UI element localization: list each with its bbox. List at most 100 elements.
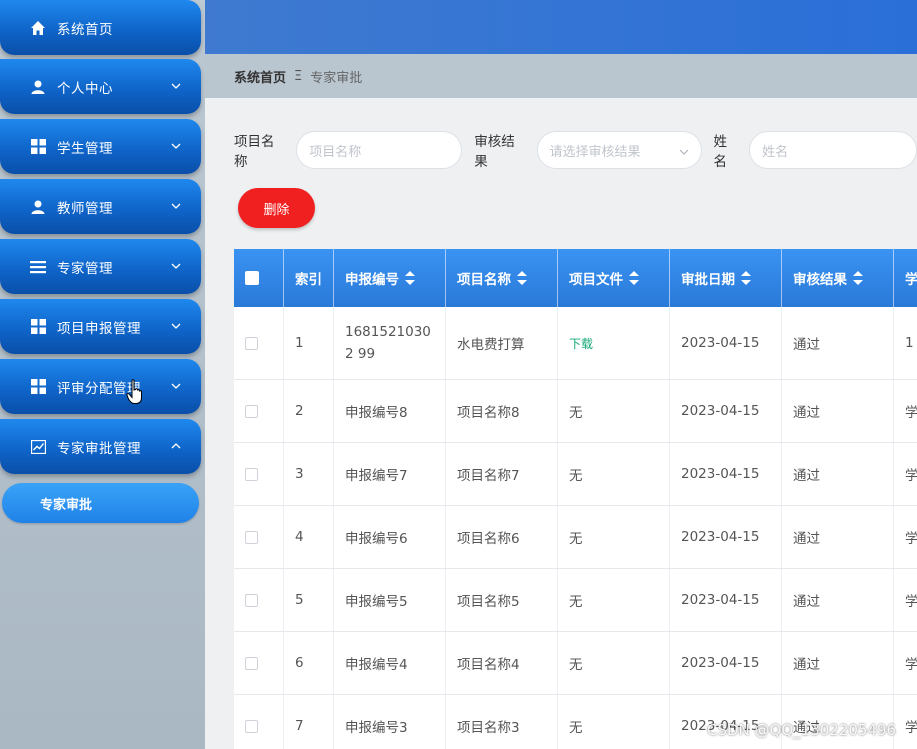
- th-project-file[interactable]: 项目文件: [558, 249, 670, 307]
- review-result-label: 审核结果: [474, 134, 515, 170]
- cell-extra: 1: [905, 335, 914, 351]
- sidebar-item-teachers[interactable]: 教师管理: [0, 179, 201, 234]
- th-code[interactable]: 申报编号: [334, 249, 446, 307]
- home-icon: [29, 19, 47, 37]
- sidebar-item-review-assignment[interactable]: 评审分配管理: [0, 359, 201, 414]
- cell-date: 2023-04-15: [670, 632, 782, 694]
- cell-project-name: 项目名称5: [446, 569, 558, 631]
- table-row[interactable]: 4 申报编号6 项目名称6 无 2023-04-15 通过 学: [234, 506, 917, 569]
- table-row[interactable]: 1 16815210302 99 水电费打算 下载 2023-04-15 通过 …: [234, 307, 917, 380]
- main-content: 项目名称 项目名称 审核结果 请选择审核结果 姓名 姓名 删除 索引 申报编号 …: [205, 98, 917, 749]
- top-header-bar: [205, 0, 917, 54]
- cell-extra: 学: [905, 720, 917, 736]
- cell-code: 申报编号4: [334, 632, 446, 694]
- sort-icon[interactable]: [405, 271, 415, 285]
- cell-file: 无: [558, 632, 670, 694]
- hand-cursor-icon: [126, 379, 144, 405]
- cell-file: 无: [558, 443, 670, 505]
- project-name-input[interactable]: 项目名称: [296, 131, 463, 169]
- review-result-select[interactable]: 请选择审核结果: [536, 131, 703, 169]
- chevron-down-icon: [679, 146, 689, 156]
- th-project-name[interactable]: 项目名称: [446, 249, 558, 307]
- row-checkbox[interactable]: [245, 656, 258, 670]
- sidebar-item-home[interactable]: 系统首页: [0, 0, 201, 55]
- sidebar-item-expert-approval[interactable]: 专家审批管理: [0, 419, 201, 474]
- sidebar: 系统首页 个人中心 学生管理 教师管理 专家管理 项目申报管理 评审分配管理 专…: [0, 0, 205, 749]
- th-extra: 学: [905, 272, 917, 288]
- cell-project-name: 项目名称7: [446, 443, 558, 505]
- chevron-down-icon: [171, 260, 181, 270]
- grid-icon: [29, 318, 47, 336]
- cell-result: 通过: [782, 632, 894, 694]
- chevron-down-icon: [171, 140, 181, 150]
- cell-file: 无: [558, 380, 670, 442]
- cell-result: 通过: [782, 307, 894, 379]
- cell-date: 2023-04-15: [670, 380, 782, 442]
- list-icon: [29, 258, 47, 276]
- search-form: 项目名称 项目名称 审核结果 请选择审核结果 姓名 姓名: [234, 130, 917, 170]
- th-review-result[interactable]: 审核结果: [782, 249, 894, 307]
- cell-file: 无: [558, 506, 670, 568]
- cell-date: 2023-04-15: [670, 569, 782, 631]
- cell-result: 通过: [782, 380, 894, 442]
- download-link[interactable]: 下载: [569, 335, 593, 352]
- th-approval-date[interactable]: 审批日期: [670, 249, 782, 307]
- cell-project-name: 项目名称8: [446, 380, 558, 442]
- row-checkbox[interactable]: [245, 404, 258, 418]
- sidebar-item-profile[interactable]: 个人中心: [0, 59, 201, 114]
- cell-result: 通过: [782, 443, 894, 505]
- table-row[interactable]: 3 申报编号7 项目名称7 无 2023-04-15 通过 学: [234, 443, 917, 506]
- sort-icon[interactable]: [629, 271, 639, 285]
- row-checkbox[interactable]: [245, 719, 258, 733]
- cell-code: 16815210302 99: [334, 307, 446, 379]
- cell-extra: 学: [905, 531, 917, 547]
- chevron-down-icon: [171, 380, 181, 390]
- cell-project-name: 水电费打算: [446, 307, 558, 379]
- cell-index: 6: [284, 632, 334, 694]
- breadcrumb-home[interactable]: 系统首页: [234, 67, 286, 86]
- sidebar-item-project-declaration[interactable]: 项目申报管理: [0, 299, 201, 354]
- sidebar-item-label: 专家审批管理: [57, 440, 141, 457]
- cell-code: 申报编号5: [334, 569, 446, 631]
- cell-date: 2023-04-15: [670, 443, 782, 505]
- watermark: CSDN @QQ_1302205496: [707, 721, 897, 739]
- sidebar-item-label: 个人中心: [57, 80, 113, 97]
- select-all-checkbox[interactable]: [245, 271, 259, 285]
- table-row[interactable]: 5 申报编号5 项目名称5 无 2023-04-15 通过 学: [234, 569, 917, 632]
- cell-file: 无: [558, 695, 670, 749]
- cell-index: 7: [284, 695, 334, 749]
- chart-icon: [29, 438, 47, 456]
- breadcrumb-current: 专家审批: [310, 70, 363, 86]
- cell-extra: 学: [905, 594, 917, 610]
- sidebar-item-students[interactable]: 学生管理: [0, 119, 201, 174]
- chevron-down-icon: [171, 80, 181, 90]
- sidebar-subitem-expert-approval[interactable]: 专家审批: [2, 483, 199, 523]
- name-input[interactable]: 姓名: [749, 131, 917, 169]
- cell-extra: 学: [905, 468, 917, 484]
- cell-project-name: 项目名称4: [446, 632, 558, 694]
- sidebar-item-experts[interactable]: 专家管理: [0, 239, 201, 294]
- row-checkbox[interactable]: [245, 336, 258, 350]
- row-checkbox[interactable]: [245, 467, 258, 481]
- table-row[interactable]: 6 申报编号4 项目名称4 无 2023-04-15 通过 学: [234, 632, 917, 695]
- cell-project-name: 项目名称3: [446, 695, 558, 749]
- name-label: 姓名: [713, 134, 727, 170]
- delete-button[interactable]: 删除: [238, 188, 315, 228]
- cell-code: 申报编号7: [334, 443, 446, 505]
- sort-icon[interactable]: [741, 271, 751, 285]
- cell-result: 通过: [782, 569, 894, 631]
- table-row[interactable]: 2 申报编号8 项目名称8 无 2023-04-15 通过 学: [234, 380, 917, 443]
- cell-index: 2: [284, 380, 334, 442]
- sidebar-item-label: 项目申报管理: [57, 320, 141, 337]
- cell-index: 5: [284, 569, 334, 631]
- user-icon: [29, 198, 47, 216]
- row-checkbox[interactable]: [245, 530, 258, 544]
- cell-extra: 学: [905, 657, 917, 673]
- cell-date: 2023-04-15: [670, 307, 782, 379]
- sort-icon[interactable]: [517, 271, 527, 285]
- cell-code: 申报编号3: [334, 695, 446, 749]
- sort-icon[interactable]: [853, 271, 863, 285]
- row-checkbox[interactable]: [245, 593, 258, 607]
- select-all-checkbox-cell[interactable]: [234, 249, 284, 307]
- breadcrumb-separator: Ξ: [294, 68, 303, 84]
